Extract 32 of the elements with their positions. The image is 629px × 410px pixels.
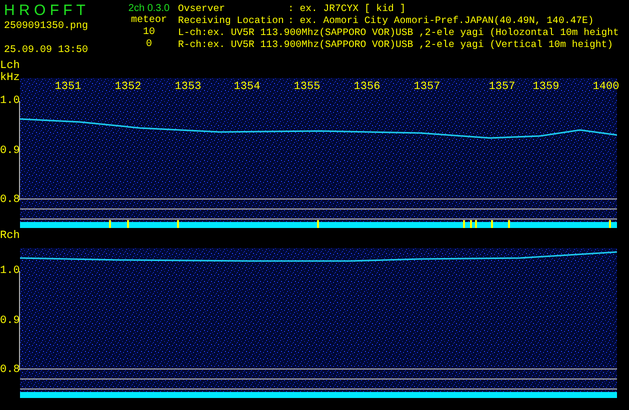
time-label: 1352 [114, 81, 142, 93]
channel-label: Lch [0, 60, 20, 72]
app-title: H R O F F T [4, 3, 86, 19]
info-line: L-ch:ex. UV5R 113.900Mhz(SAPPORO VOR)USB ,2-ele yagi (Holozontal 10m height [178, 27, 619, 38]
time-label: 1357 [488, 81, 516, 93]
info-value: : ex. JR7CYX [ kid ] [288, 3, 406, 15]
time-label: 1356 [354, 81, 380, 93]
date-time: 25.09.09 13:50 [4, 45, 90, 57]
unit-label: kHz [0, 72, 20, 84]
axis-tick-label: 0.9 [0, 145, 20, 157]
version-label: 2ch 0.3.0 [128, 3, 170, 15]
axis-tick-label: 1.0 [0, 265, 20, 277]
info-value: : ex. Aomori City Aomori-Pref.JAPAN(40.49N, 140.47E) [288, 15, 594, 27]
axis-tick-label: 1.0 [0, 95, 20, 107]
info-label: Receiving Location [178, 15, 285, 27]
meteor-label: meteor [130, 15, 167, 27]
time-label: 1355 [294, 81, 320, 93]
info-label: Ovserver [178, 3, 226, 15]
time-label: 1353 [174, 81, 202, 93]
axis-tick-label: 0.9 [0, 315, 20, 327]
time-label: 1400 [592, 81, 620, 93]
axis-tick-label: 0.8 [0, 194, 20, 206]
channel-label: Rch [0, 230, 20, 242]
meteor-count: 10 [142, 27, 155, 39]
axis-tick-label: 0.8 [0, 364, 20, 376]
meteor-count: 0 [146, 39, 152, 51]
file-name: 2509091350.png [4, 21, 90, 33]
time-label: 1351 [54, 81, 82, 93]
time-label: 1357 [414, 81, 440, 93]
info-line: R-ch:ex. UV5R 113.900Mhz(SAPPORO VOR)USB ,2-ele yagi (Vertical 10m height) [178, 39, 614, 50]
time-label: 1359 [532, 81, 560, 93]
time-label: 1354 [234, 81, 260, 93]
